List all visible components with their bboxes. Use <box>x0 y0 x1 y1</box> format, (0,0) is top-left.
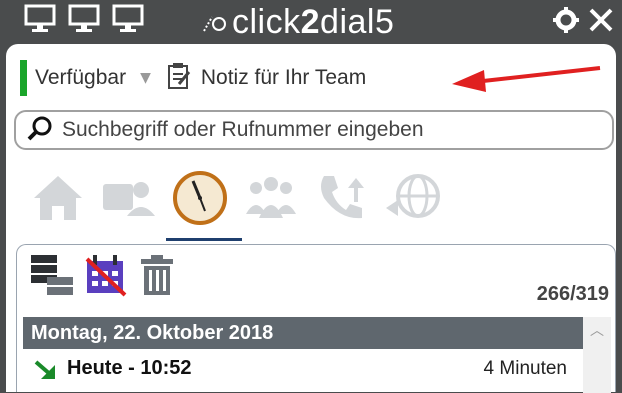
scroll-up-icon[interactable]: ︿ <box>583 321 611 341</box>
tab-home[interactable] <box>28 168 88 228</box>
history-toolbar <box>29 253 177 301</box>
search-icon <box>26 114 54 146</box>
app-title-number: 2 <box>300 2 321 41</box>
main-panel: Verfügbar ▼ Notiz für Ihr Team Suchbegri… <box>6 44 616 393</box>
close-icon[interactable] <box>588 7 614 37</box>
monitor-icon[interactable] <box>68 4 100 34</box>
gear-icon[interactable] <box>552 6 580 38</box>
trash-icon[interactable] <box>137 253 177 301</box>
team-note-label: Notiz für Ihr Team <box>200 66 367 89</box>
call-title: Heute - 10:52 <box>67 357 192 379</box>
tab-history[interactable] <box>170 168 230 228</box>
red-arrow-annotation <box>444 58 604 102</box>
day-header: Montag, 22. Oktober 2018 <box>23 317 583 349</box>
tab-forwarding[interactable] <box>312 168 372 228</box>
house-icon <box>34 176 82 220</box>
group-icon <box>246 177 296 218</box>
list-view-icon[interactable] <box>29 253 75 301</box>
status-indicator <box>20 60 27 96</box>
note-icon <box>167 62 191 94</box>
app-title: click 2 dial5 <box>200 2 394 42</box>
tab-web[interactable] <box>383 168 443 228</box>
incoming-call-arrow-icon <box>33 359 57 385</box>
logo-wave-icon <box>203 16 226 32</box>
status-label[interactable]: Verfügbar <box>35 66 126 90</box>
list-item[interactable]: Heute - 10:52 4 Minuten <box>23 349 583 389</box>
tab-team[interactable] <box>241 168 301 228</box>
monitor-icons <box>24 4 144 34</box>
chevron-down-icon[interactable]: ▼ <box>140 70 151 86</box>
history-counter: 266/319 <box>536 283 609 305</box>
team-note-button[interactable]: Notiz für Ihr Team <box>167 62 366 94</box>
title-bar: click 2 dial5 <box>0 0 622 44</box>
calendar-disabled-icon[interactable] <box>83 253 129 301</box>
clock-icon <box>173 171 227 225</box>
monitor-icon[interactable] <box>112 4 144 34</box>
contact-card-icon <box>103 182 155 216</box>
tab-contacts[interactable] <box>99 168 159 228</box>
globe-icon <box>386 174 440 218</box>
history-panel: 266/319 Montag, 22. Oktober 2018 ︿ Heute… <box>16 244 616 393</box>
monitor-icon[interactable] <box>24 4 56 34</box>
call-duration: 4 Minuten <box>483 358 567 379</box>
app-title-suffix: dial5 <box>320 2 395 41</box>
status-row: Verfügbar ▼ Notiz für Ihr Team <box>20 54 366 102</box>
active-tab-indicator <box>166 238 242 241</box>
call-history-list: Montag, 22. Oktober 2018 ︿ Heute - 10:52… <box>23 317 611 393</box>
search-input[interactable]: Suchbegriff oder Rufnummer eingeben <box>14 110 614 150</box>
scrollbar[interactable]: ︿ <box>583 317 611 393</box>
search-placeholder: Suchbegriff oder Rufnummer eingeben <box>62 118 424 141</box>
app-title-prefix: click <box>232 2 301 41</box>
phone-forward-icon <box>321 176 364 219</box>
tab-bar <box>28 168 454 244</box>
